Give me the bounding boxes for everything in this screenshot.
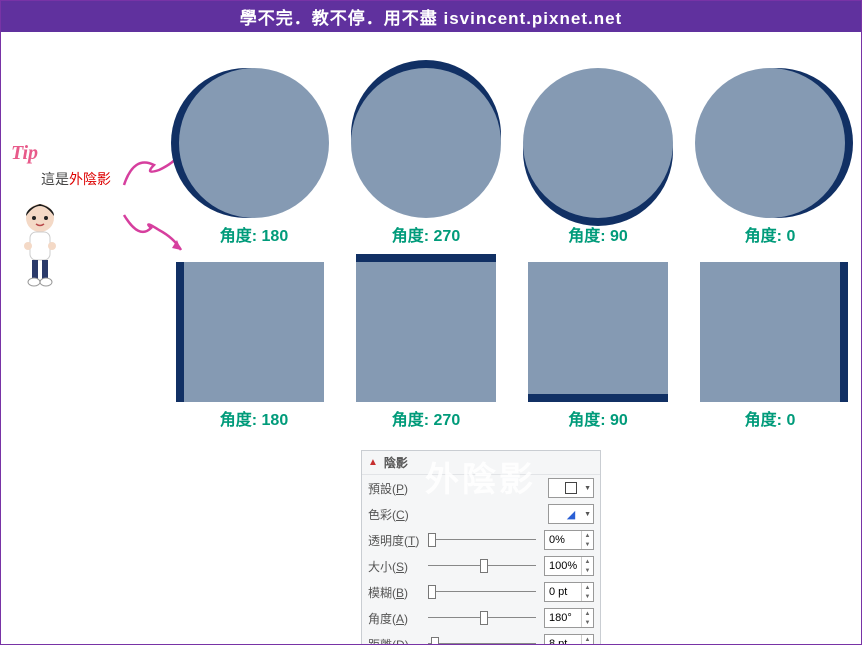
angle-prefix: 角度: [220, 412, 262, 429]
circle-90: 角度: 90 [523, 68, 673, 246]
angle-value: 180 [262, 412, 289, 429]
row-distance: 距離(D) 8 pt▲▼ [362, 631, 600, 645]
color-label: 色彩 [368, 508, 392, 522]
preset-dropdown[interactable]: ▼ [548, 478, 594, 498]
size-slider[interactable] [428, 557, 536, 575]
row-opacity: 透明度(T) 0%▲▼ [362, 527, 600, 553]
angle-prefix: 角度: [745, 228, 787, 245]
row-color: 色彩(C) ◢▼ [362, 501, 600, 527]
content: Tip 這是外陰影 角度: [1, 32, 861, 645]
row-blur: 模糊(B) 0 pt▲▼ [362, 579, 600, 605]
angle-value: 0 [786, 412, 795, 429]
angle-slider[interactable] [428, 609, 536, 627]
size-spinner[interactable]: 100%▲▼ [544, 556, 594, 576]
blur-slider[interactable] [428, 583, 536, 601]
shadow-panel: ▲ 陰影 預設(P) ▼ 色彩(C) ◢▼ 透明度(T) 0%▲▼ 大小(S) [361, 450, 601, 645]
distance-spinner[interactable]: 8 pt▲▼ [544, 634, 594, 645]
angle-prefix: 角度: [568, 412, 610, 429]
angle-prefix: 角度: [392, 228, 434, 245]
angle-value: 90 [610, 228, 628, 245]
distance-label: 距離 [368, 638, 392, 645]
color-dropdown[interactable]: ◢▼ [548, 504, 594, 524]
angle-value: 180 [262, 228, 289, 245]
size-label: 大小 [368, 560, 392, 574]
distance-slider[interactable] [428, 635, 536, 645]
avatar [15, 202, 65, 292]
row-size: 大小(S) 100%▲▼ [362, 553, 600, 579]
frame: 學不完．教不停．用不盡 isvincent.pixnet.net Tip 這是外… [0, 0, 862, 645]
row-angle: 角度(A) 180°▲▼ [362, 605, 600, 631]
square-90: 角度: 90 [523, 262, 673, 430]
blur-label: 模糊 [368, 586, 392, 600]
angle-prefix: 角度: [745, 412, 787, 429]
angle-value: 90 [610, 412, 628, 429]
collapse-icon[interactable]: ▲ [368, 457, 378, 468]
angle-value: 270 [434, 412, 461, 429]
preset-label: 預設 [368, 482, 392, 496]
panel-title-text: 陰影 [384, 454, 408, 471]
square-row: 角度: 180 角度: 270 角度: 90 角度: 0 [179, 262, 849, 430]
angle-value: 0 [786, 228, 795, 245]
square-0: 角度: 0 [695, 262, 845, 430]
circle-270: 角度: 270 [351, 68, 501, 246]
angle-label: 角度 [368, 612, 392, 626]
angle-value: 270 [434, 228, 461, 245]
opacity-label: 透明度 [368, 534, 404, 548]
opacity-spinner[interactable]: 0%▲▼ [544, 530, 594, 550]
circle-180: 角度: 180 [179, 68, 329, 246]
opacity-slider[interactable] [428, 531, 536, 549]
blur-spinner[interactable]: 0 pt▲▼ [544, 582, 594, 602]
square-270: 角度: 270 [351, 262, 501, 430]
circle-0: 角度: 0 [695, 68, 845, 246]
angle-prefix: 角度: [568, 228, 610, 245]
examples-grid: 角度: 180 角度: 270 角度: 90 角度: 0 角 [179, 68, 849, 430]
page-title: 學不完．教不停．用不盡 isvincent.pixnet.net [1, 1, 861, 32]
panel-title: ▲ 陰影 [362, 451, 600, 475]
angle-spinner[interactable]: 180°▲▼ [544, 608, 594, 628]
tip-emphasis: 外陰影 [69, 171, 111, 187]
angle-prefix: 角度: [392, 412, 434, 429]
square-180: 角度: 180 [179, 262, 329, 430]
circle-row: 角度: 180 角度: 270 角度: 90 角度: 0 [179, 68, 849, 246]
row-preset: 預設(P) ▼ [362, 475, 600, 501]
angle-prefix: 角度: [220, 228, 262, 245]
tip-pre: 這是 [41, 171, 69, 187]
